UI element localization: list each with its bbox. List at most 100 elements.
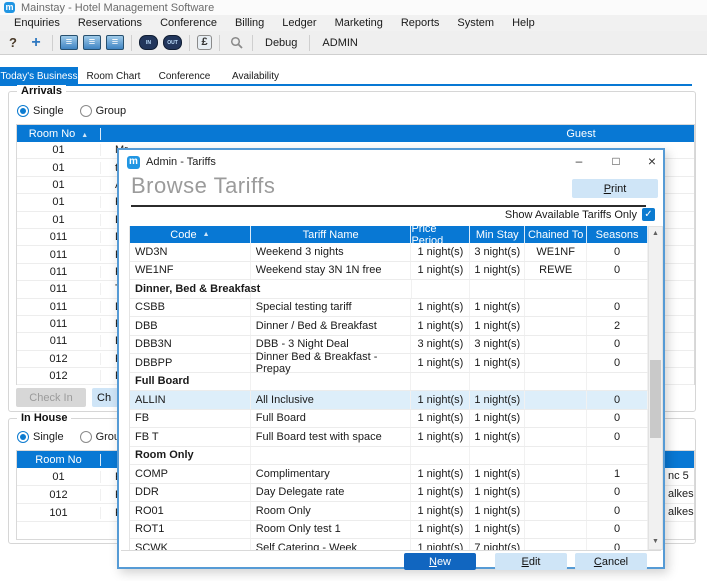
in-house-guest-fragment: nc 5: [668, 470, 704, 482]
check-in-icon[interactable]: IN: [139, 35, 158, 50]
window-title: Mainstay - Hotel Management Software: [21, 2, 214, 14]
tariff-table: Code▲ Tariff Name Price Period Min Stay …: [129, 226, 648, 550]
menu-enquiries[interactable]: Enquiries: [6, 16, 68, 30]
toolbar: ? + ≡ ≡ ≡ IN OUT £ Debug ADMIN: [0, 31, 707, 55]
print-button[interactable]: Print: [572, 179, 658, 198]
dialog-title-bar[interactable]: m Admin - Tariffs – □ ×: [119, 150, 663, 174]
toolbar-separator: [309, 35, 310, 51]
check-out-icon[interactable]: OUT: [163, 35, 182, 50]
toolbar-separator: [52, 35, 53, 51]
menu-marketing[interactable]: Marketing: [327, 16, 391, 30]
column-price-period[interactable]: Price Period: [411, 226, 470, 243]
footer-divider: [121, 550, 661, 551]
menu-reservations[interactable]: Reservations: [70, 16, 150, 30]
add-icon[interactable]: +: [27, 34, 45, 51]
tariff-row[interactable]: CSBBSpecial testing tariff1 night(s)1 ni…: [130, 299, 648, 318]
in-house-guest-fragment: alkes: [668, 506, 704, 518]
menu-reports[interactable]: Reports: [393, 16, 448, 30]
app-window: m Mainstay - Hotel Management Software E…: [0, 0, 707, 581]
dialog-title: Admin - Tariffs: [146, 156, 216, 168]
maximize-icon[interactable]: □: [605, 152, 627, 170]
menu-conference[interactable]: Conference: [152, 16, 225, 30]
cancel-button[interactable]: Cancel: [575, 553, 647, 570]
minimize-icon[interactable]: –: [568, 152, 590, 170]
toolbar-separator: [189, 35, 190, 51]
menu-billing[interactable]: Billing: [227, 16, 272, 30]
tariff-row[interactable]: COMPComplimentary1 night(s)1 night(s)1: [130, 465, 648, 484]
arrivals-radio-group-option[interactable]: Group: [80, 105, 127, 117]
tariff-row[interactable]: DBBDinner / Bed & Breakfast1 night(s)1 n…: [130, 317, 648, 336]
sort-asc-icon: ▲: [203, 231, 210, 238]
tariff-row[interactable]: FBFull Board1 night(s)1 night(s)0: [130, 410, 648, 429]
menu-help[interactable]: Help: [504, 16, 543, 30]
filter-row: Show Available Tariffs Only ✓: [119, 207, 663, 223]
tariff-row[interactable]: DBBPPDinner Bed & Breakfast -Prepay1 nig…: [130, 354, 648, 373]
tariff-row[interactable]: WE1NFWeekend stay 3N 1N free1 night(s)1 …: [130, 262, 648, 281]
admin-tariffs-dialog: m Admin - Tariffs – □ × Browse Tariffs P…: [117, 148, 665, 569]
scroll-up-icon[interactable]: ▲: [649, 227, 662, 241]
room-chart-icon[interactable]: ≡: [83, 35, 101, 50]
arrivals-column-room-no[interactable]: Room No▲: [17, 128, 101, 140]
tariff-row[interactable]: SCWKSelf Catering - Week1 night(s)7 nigh…: [130, 539, 648, 550]
arrivals-table-header: Room No▲ Guest: [17, 125, 694, 142]
tab-room-chart[interactable]: Room Chart: [78, 67, 149, 86]
in-house-guest-fragment: alkes: [668, 488, 704, 500]
tariff-table-scrollbar[interactable]: ▲ ▼: [648, 226, 663, 550]
in-house-radio-group: Single Group: [17, 431, 126, 443]
arrivals-title: Arrivals: [17, 85, 66, 97]
billing-icon[interactable]: £: [197, 35, 212, 50]
tariff-row[interactable]: FB TFull Board test with space1 night(s)…: [130, 428, 648, 447]
menu-system[interactable]: System: [449, 16, 502, 30]
arrivals-radio-group: Single Group: [17, 105, 126, 117]
radio-label: Single: [33, 431, 64, 443]
tab-todays-business[interactable]: Today's Business: [0, 67, 78, 86]
edit-button[interactable]: Edit: [495, 553, 567, 570]
column-seasons[interactable]: Seasons: [587, 226, 648, 243]
arrivals-radio-single[interactable]: Single: [17, 105, 64, 117]
close-icon[interactable]: ×: [641, 152, 663, 170]
tariff-row[interactable]: WD3NWeekend 3 nights1 night(s)3 night(s)…: [130, 243, 648, 262]
radio-dot: [17, 105, 29, 117]
tab-availability[interactable]: Availability: [220, 67, 291, 86]
tab-conference[interactable]: Conference: [149, 67, 220, 86]
in-house-title: In House: [17, 412, 71, 424]
tariff-group-row: Full Board: [130, 373, 648, 392]
new-button[interactable]: New: [404, 553, 476, 570]
column-min-stay[interactable]: Min Stay: [470, 226, 525, 243]
filter-checkbox[interactable]: ✓: [642, 208, 655, 221]
tariff-row[interactable]: RO01Room Only1 night(s)1 night(s)0: [130, 502, 648, 521]
dialog-heading: Browse Tariffs: [131, 173, 275, 199]
help-key-icon[interactable]: ?: [4, 34, 22, 51]
scroll-down-icon[interactable]: ▼: [649, 535, 662, 549]
tariff-table-header: Code▲ Tariff Name Price Period Min Stay …: [130, 226, 648, 243]
title-bar: m Mainstay - Hotel Management Software: [0, 0, 707, 15]
tariff-group-row: Dinner, Bed & Breakfast: [130, 280, 648, 299]
check-in-button[interactable]: Check In: [16, 388, 86, 407]
search-icon[interactable]: [227, 34, 245, 51]
radio-label: Group: [96, 105, 127, 117]
room-status-icon[interactable]: ≡: [60, 35, 78, 50]
in-house-radio-single[interactable]: Single: [17, 431, 64, 443]
column-tariff-name[interactable]: Tariff Name: [251, 226, 412, 243]
column-chained-to[interactable]: Chained To: [525, 226, 587, 243]
scrollbar-thumb[interactable]: [650, 360, 661, 438]
filter-label: Show Available Tariffs Only: [505, 209, 637, 221]
radio-label: Single: [33, 105, 64, 117]
app-logo-icon: m: [4, 2, 15, 13]
column-code[interactable]: Code▲: [130, 226, 251, 243]
menu-ledger[interactable]: Ledger: [274, 16, 324, 30]
conference-diary-icon[interactable]: ≡: [106, 35, 124, 50]
dialog-logo-icon: m: [127, 156, 140, 169]
in-house-column-room-no[interactable]: Room No: [17, 454, 101, 466]
toolbar-separator: [131, 35, 132, 51]
tariff-row[interactable]: DDRDay Delegate rate1 night(s)1 night(s)…: [130, 484, 648, 503]
tariff-row-selected[interactable]: ALLINAll Inclusive1 night(s)1 night(s)0: [130, 391, 648, 410]
arrivals-column-guest[interactable]: Guest: [551, 128, 611, 140]
toolbar-separator: [252, 35, 253, 51]
radio-dot: [80, 105, 92, 117]
admin-button[interactable]: ADMIN: [317, 35, 362, 51]
tariff-row[interactable]: ROT1Room Only test 11 night(s)1 night(s)…: [130, 521, 648, 540]
debug-button[interactable]: Debug: [260, 35, 302, 51]
menu-bar: Enquiries Reservations Conference Billin…: [0, 15, 707, 31]
radio-dot: [80, 431, 92, 443]
